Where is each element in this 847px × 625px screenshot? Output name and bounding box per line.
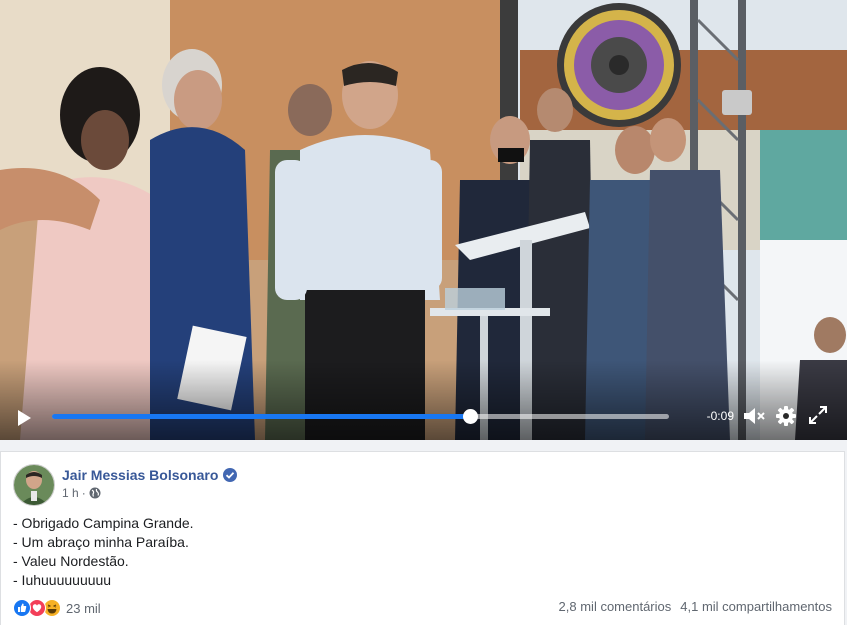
reactions-summary[interactable]: 23 mil (13, 599, 101, 617)
reactions-count: 23 mil (66, 600, 101, 616)
time-remaining: -0:09 (706, 409, 734, 423)
play-button[interactable] (12, 407, 34, 429)
post-line: - Valeu Nordestão. (13, 553, 129, 569)
globe-icon[interactable] (89, 487, 101, 499)
facebook-video-post: -0:09 Jair Messias Bolsonaro 1 h · - Obr… (0, 0, 847, 625)
settings-button[interactable] (775, 405, 797, 427)
volume-muted-icon (744, 408, 765, 424)
fullscreen-icon (809, 406, 827, 424)
post-stats: 2,8 mil comentários 4,1 mil compartilham… (559, 599, 832, 614)
reaction-icons (13, 599, 63, 617)
author-avatar[interactable] (13, 464, 55, 506)
author-name-link[interactable]: Jair Messias Bolsonaro (62, 467, 218, 483)
verified-badge-icon (223, 468, 238, 482)
video-progress-bar[interactable] (52, 409, 669, 424)
shares-count-link[interactable]: 4,1 mil compartilhamentos (680, 599, 832, 614)
meta-separator: · (81, 486, 86, 500)
avatar-image (14, 465, 54, 505)
post-meta: 1 h · (62, 486, 101, 500)
comments-count-link[interactable]: 2,8 mil comentários (559, 599, 672, 614)
post-card: Jair Messias Bolsonaro 1 h · - Obrigado … (0, 451, 845, 625)
gear-icon (776, 406, 796, 426)
like-icon (13, 599, 31, 617)
post-line: - Um abraço minha Paraíba. (13, 534, 189, 550)
post-line: - Iuhuuuuuuuuu (13, 572, 112, 588)
video-scrubber-handle[interactable] (462, 409, 478, 424)
play-icon (18, 410, 31, 426)
fullscreen-button[interactable] (808, 405, 828, 425)
post-timestamp[interactable]: 1 h (62, 486, 79, 500)
video-player[interactable]: -0:09 (0, 0, 847, 440)
video-progress-fill (52, 414, 470, 419)
video-frame (0, 0, 847, 440)
post-message: - Obrigado Campina Grande. - Um abraço m… (13, 514, 194, 590)
author-row: Jair Messias Bolsonaro (62, 465, 238, 485)
video-controls: -0:09 (0, 395, 847, 440)
post-line: - Obrigado Campina Grande. (13, 515, 194, 531)
mute-button[interactable] (742, 405, 766, 427)
